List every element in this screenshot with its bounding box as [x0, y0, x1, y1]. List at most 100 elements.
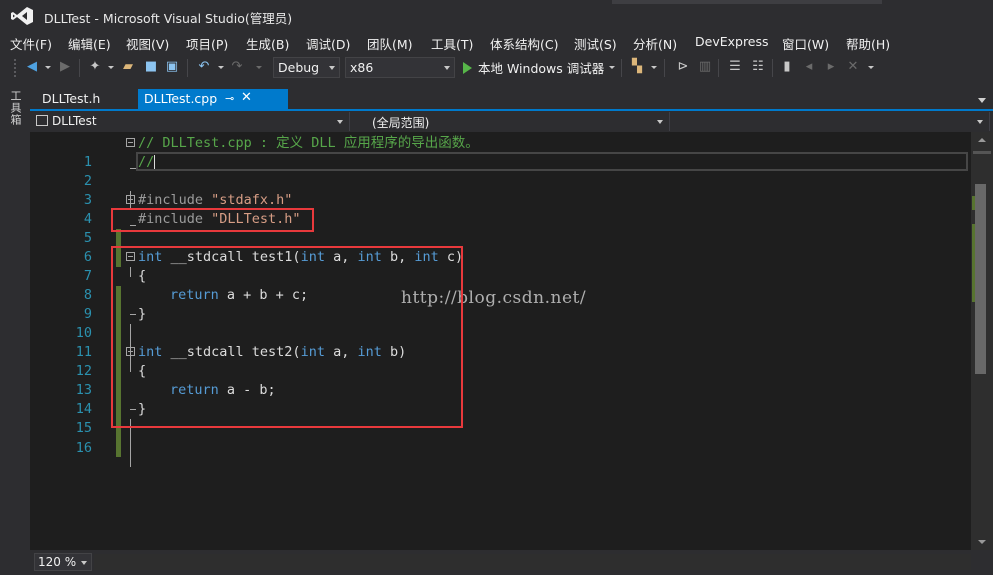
chevron-down-icon — [81, 561, 87, 565]
menu-architecture[interactable]: 体系结构(C) — [490, 34, 558, 53]
save-icon[interactable]: ■ — [143, 59, 159, 75]
code-editor[interactable]: 1 // DLLTest.cpp : 定义 DLL 应用程序的导出函数。 2 /… — [30, 132, 971, 550]
menu-debug[interactable]: 调试(D) — [306, 34, 350, 53]
collapse-icon[interactable] — [126, 138, 135, 147]
zoom-select[interactable]: 120 % — [34, 553, 92, 571]
preprocessor-directive: #include — [138, 192, 212, 208]
scroll-up-icon[interactable] — [978, 138, 986, 142]
start-debugging-button[interactable]: 本地 Windows 调试器 — [463, 58, 604, 78]
comment-lines-icon[interactable]: ☰ — [727, 59, 743, 75]
code-comment: // DLLTest.cpp : 定义 DLL 应用程序的导出函数。 — [138, 135, 479, 151]
menu-view[interactable]: 视图(V) — [126, 34, 169, 53]
tab-dlltest-cpp[interactable]: DLLTest.cpp ⊸ ✕ — [138, 89, 288, 109]
line-number: 16 — [75, 440, 92, 456]
include-path: "stdafx.h" — [211, 192, 293, 208]
menu-project[interactable]: 项目(P) — [186, 34, 228, 53]
change-marker — [116, 438, 121, 457]
code-comment: // — [138, 154, 155, 170]
undo-dropdown-icon[interactable] — [218, 66, 224, 69]
title-bar: DLLTest - Microsoft Visual Studio(管理员) — [0, 0, 993, 32]
split-handle[interactable] — [973, 151, 991, 154]
title-search-strip — [612, 0, 882, 4]
redo-dropdown-icon[interactable] — [256, 66, 262, 69]
menu-team[interactable]: 团队(M) — [367, 34, 413, 53]
zoom-value: 120 % — [38, 555, 77, 569]
tab-label: DLLTest.cpp — [144, 91, 218, 106]
menu-test[interactable]: 测试(S) — [574, 34, 617, 53]
toolbox-strip — [0, 86, 30, 575]
find-dropdown-icon[interactable] — [651, 66, 657, 69]
scroll-down-icon[interactable] — [978, 540, 986, 544]
menu-devexpress[interactable]: DevExpress — [695, 34, 769, 49]
find-in-files-icon[interactable]: ▚ — [629, 59, 645, 75]
toolbar-separator — [718, 59, 719, 77]
new-project-icon[interactable]: ✦ — [87, 59, 103, 75]
menu-edit[interactable]: 编辑(E) — [68, 34, 111, 53]
outline-guide — [130, 438, 131, 457]
chevron-down-icon — [329, 66, 335, 70]
undo-icon[interactable]: ↶ — [196, 59, 212, 75]
menu-window[interactable]: 窗口(W) — [782, 34, 829, 53]
uncomment-lines-icon[interactable]: ☷ — [750, 59, 766, 75]
menu-help[interactable]: 帮助(H) — [846, 34, 890, 53]
member-select[interactable] — [672, 112, 990, 131]
toolbar-separator — [187, 59, 188, 77]
solution-configuration-select[interactable]: Debug — [273, 57, 340, 78]
tab-list-dropdown-icon[interactable] — [978, 98, 986, 103]
collapse-icon[interactable] — [126, 195, 135, 204]
functions-highlight-box — [111, 246, 463, 428]
menu-analyze[interactable]: 分析(N) — [633, 34, 677, 53]
document-tab-row: DLLTest.h DLLTest.cpp ⊸ ✕ — [30, 86, 993, 109]
toolbar-separator — [772, 59, 773, 77]
chevron-down-icon — [657, 120, 663, 124]
outline-guide-end — [130, 168, 136, 169]
solution-platform-select[interactable]: x86 — [345, 57, 455, 78]
debug-target-dropdown-icon[interactable] — [609, 66, 615, 69]
scope-select[interactable]: (全局范围) — [352, 112, 670, 131]
project-select[interactable]: DLLTest — [32, 112, 350, 131]
standard-toolbar: ◀ ▶ ✦ ▰ ■ ▣ ↶ ↷ Debug x86 本地 Windows 调试器… — [0, 54, 993, 81]
code-line: 3 — [30, 172, 971, 208]
scope-select-value: (全局范围) — [372, 116, 430, 130]
chevron-down-icon — [337, 120, 343, 124]
step-over-icon[interactable]: ▥ — [697, 59, 713, 75]
redo-icon[interactable]: ↷ — [229, 59, 245, 75]
toolbar-options-dropdown-icon[interactable] — [868, 66, 874, 69]
text-caret — [154, 155, 155, 169]
bookmark-icon[interactable]: ▮ — [779, 59, 795, 75]
toolbar-separator — [664, 59, 665, 77]
tab-dlltest-h[interactable]: DLLTest.h — [36, 89, 106, 109]
code-line: 1 // DLLTest.cpp : 定义 DLL 应用程序的导出函数。 — [30, 134, 971, 170]
clear-bookmarks-icon[interactable]: ✕ — [845, 59, 861, 75]
chevron-down-icon — [444, 66, 450, 70]
visual-studio-logo-icon — [11, 7, 33, 25]
back-dropdown-icon[interactable] — [45, 66, 51, 69]
vertical-scrollbar[interactable] — [971, 132, 993, 550]
project-icon — [36, 115, 48, 126]
solution-configuration-value: Debug — [278, 60, 320, 75]
back-icon[interactable]: ◀ — [24, 59, 40, 75]
step-into-icon[interactable]: ⊳ — [675, 59, 691, 75]
menu-file[interactable]: 文件(F) — [10, 34, 52, 53]
play-icon — [463, 62, 472, 74]
close-icon[interactable]: ✕ — [241, 90, 252, 105]
toolbar-grip[interactable] — [14, 59, 18, 77]
previous-bookmark-icon[interactable]: ◂ — [801, 59, 817, 75]
menu-bar: 文件(F) 编辑(E) 视图(V) 项目(P) 生成(B) 调试(D) 团队(M… — [0, 32, 993, 52]
pin-icon[interactable]: ⊸ — [225, 92, 234, 105]
scroll-thumb[interactable] — [975, 184, 986, 374]
open-file-icon[interactable]: ▰ — [120, 59, 136, 75]
horizontal-scrollbar[interactable] — [94, 554, 971, 570]
toolbox-tab[interactable]: 工具箱 — [9, 90, 23, 126]
solution-platform-value: x86 — [350, 60, 374, 75]
window-title: DLLTest - Microsoft Visual Studio(管理员) — [44, 11, 293, 26]
menu-tools[interactable]: 工具(T) — [431, 34, 473, 53]
next-bookmark-icon[interactable]: ▸ — [823, 59, 839, 75]
project-select-value: DLLTest — [52, 114, 97, 128]
save-all-icon[interactable]: ▣ — [164, 59, 180, 75]
new-project-dropdown-icon[interactable] — [108, 66, 114, 69]
forward-icon[interactable]: ▶ — [57, 59, 73, 75]
toolbar-separator — [79, 59, 80, 77]
menu-build[interactable]: 生成(B) — [246, 34, 289, 53]
start-debugging-label: 本地 Windows 调试器 — [478, 61, 605, 76]
